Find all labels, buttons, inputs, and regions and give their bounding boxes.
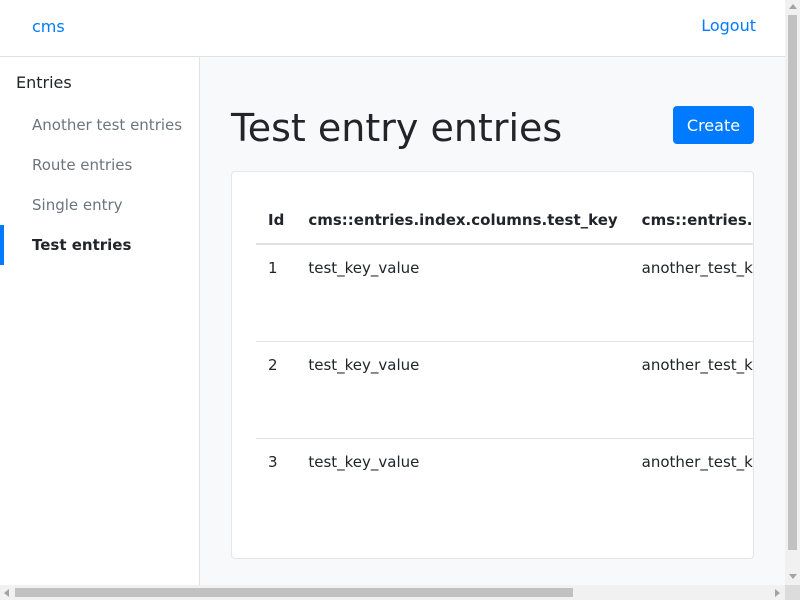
table-head: Id cms::entries.index.columns.test_key c… — [256, 196, 753, 245]
scroll-left-arrow-icon[interactable] — [4, 589, 9, 597]
brand-link[interactable]: cms — [32, 17, 65, 36]
table-row[interactable]: 3 test_key_value another_test_key_value — [256, 437, 753, 535]
cell-test-key: test_key_value — [296, 340, 630, 438]
sidebar-list-entry: Test entries — [0, 225, 199, 265]
cell-another-test-key: another_test_key_value — [629, 437, 753, 535]
main-content: Test entry entries Create Id cms::entrie… — [200, 57, 785, 585]
page-title: Test entry entries — [231, 106, 563, 150]
cell-another-test-key: another_test_key_value — [641, 259, 753, 277]
sidebar-item-another-test-entries[interactable]: Another test entries — [0, 105, 199, 145]
sidebar-list-entry: Route entries — [0, 145, 199, 185]
sidebar-list-entry: Single entry — [0, 185, 199, 225]
column-header-another-test-key: cms::entries.index.columns.another_test_… — [629, 196, 753, 245]
scrollbar-corner — [785, 585, 800, 600]
entries-table: Id cms::entries.index.columns.test_key c… — [256, 196, 753, 535]
cell-id: 3 — [256, 437, 297, 535]
sidebar-item-test-entries[interactable]: Test entries — [0, 225, 199, 265]
sidebar-item-single-entry[interactable]: Single entry — [0, 185, 199, 225]
cell-another-test-key: another_test_key_value — [629, 340, 753, 438]
scroll-down-arrow-icon[interactable] — [789, 574, 797, 579]
cell-test-key: test_key_value — [296, 437, 630, 535]
column-header-test-key: cms::entries.index.columns.test_key — [296, 196, 630, 245]
vertical-scrollbar[interactable] — [785, 0, 800, 585]
scroll-up-arrow-icon[interactable] — [789, 4, 797, 9]
logout-link[interactable]: Logout — [701, 16, 756, 35]
horizontal-scrollbar[interactable] — [0, 585, 785, 600]
entries-card: Id cms::entries.index.columns.test_key c… — [231, 171, 754, 559]
cell-id: 1 — [268, 259, 278, 277]
table-header-row: Id cms::entries.index.columns.test_key c… — [256, 196, 753, 245]
scroll-right-arrow-icon[interactable] — [775, 589, 780, 597]
horizontal-scroll-thumb[interactable] — [15, 588, 573, 597]
create-button[interactable]: Create — [673, 106, 754, 144]
sidebar-list-entry: Another test entries — [0, 105, 199, 145]
sidebar: Entries Another test entries Route entri… — [0, 57, 200, 585]
sidebar-item-route-entries[interactable]: Route entries — [0, 145, 199, 185]
top-navbar: cms Logout — [0, 0, 785, 57]
table-row[interactable]: 2 test_key_value another_test_key_value — [256, 340, 753, 438]
column-header-id: Id — [256, 196, 297, 245]
table-row[interactable]: 1 test_key_value another_test_key_value — [256, 244, 753, 341]
cell-id: 2 — [256, 340, 297, 438]
table-body: 1 test_key_value another_test_key_value … — [256, 244, 753, 535]
sidebar-heading: Entries — [16, 73, 72, 92]
cell-test-key: test_key_value — [308, 259, 420, 277]
vertical-scroll-thumb[interactable] — [788, 15, 797, 550]
sidebar-list: Another test entries Route entries Singl… — [0, 105, 199, 265]
